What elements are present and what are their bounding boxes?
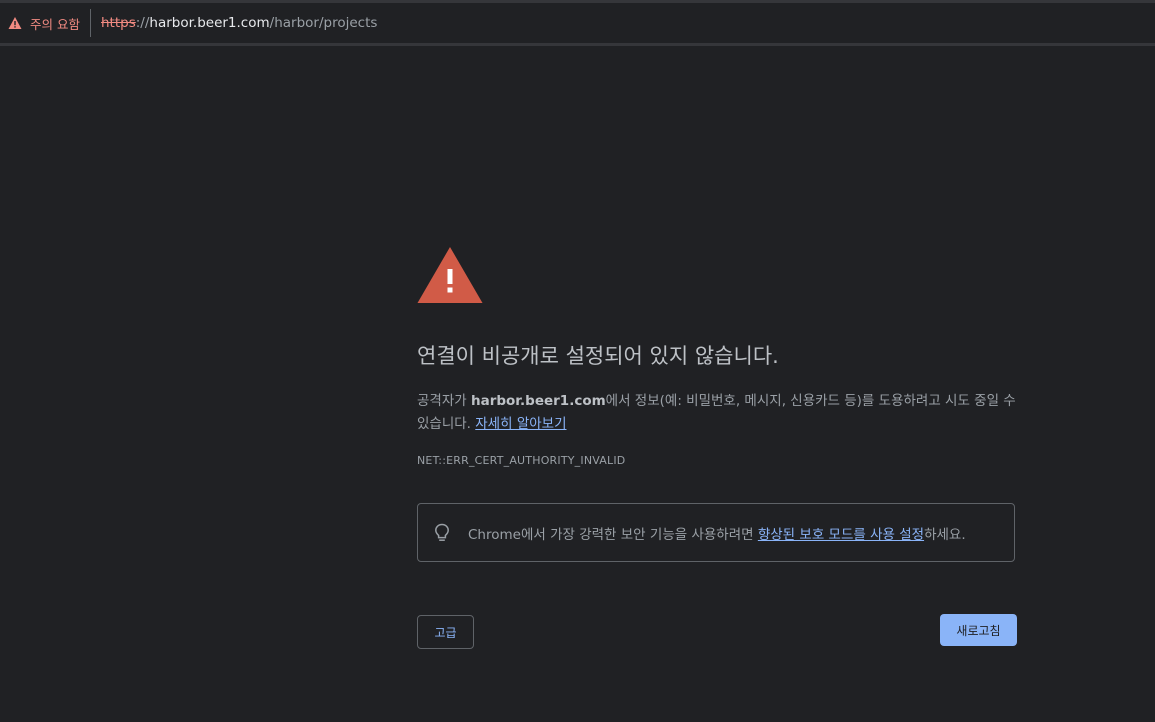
learn-more-link[interactable]: 자세히 알아보기 bbox=[475, 416, 566, 432]
url-host: harbor.beer1.com bbox=[149, 15, 270, 31]
interstitial-content: 연결이 비공개로 설정되어 있지 않습니다. 공격자가 harbor.beer1… bbox=[417, 246, 1017, 649]
omnibox[interactable]: 주의 요함 https://harbor.beer1.com/harbor/pr… bbox=[0, 3, 1155, 43]
tip-prefix: Chrome에서 가장 강력한 보안 기능을 사용하려면 bbox=[468, 526, 758, 543]
browser-toolbar: 주의 요함 https://harbor.beer1.com/harbor/pr… bbox=[0, 0, 1155, 46]
description-host: harbor.beer1.com bbox=[470, 393, 606, 409]
tip-suffix: 하세요. bbox=[924, 526, 966, 543]
warning-triangle-icon bbox=[8, 17, 22, 29]
error-code: NET::ERR_CERT_AUTHORITY_INVALID bbox=[417, 454, 626, 467]
security-chip-label: 주의 요함 bbox=[30, 16, 80, 32]
advanced-button[interactable]: 고급 bbox=[417, 615, 474, 649]
lightbulb-icon bbox=[435, 523, 449, 541]
url-path: /harbor/projects bbox=[269, 15, 378, 31]
reload-button[interactable]: 새로고침 bbox=[940, 614, 1017, 646]
tip-text: Chrome에서 가장 강력한 보안 기능을 사용하려면 향상된 보호 모드를 … bbox=[468, 523, 966, 543]
description-prefix: 공격자가 bbox=[417, 393, 471, 409]
warning-triangle-icon bbox=[417, 247, 483, 303]
url-scheme: https bbox=[100, 15, 136, 31]
page-heading: 연결이 비공개로 설정되어 있지 않습니다. bbox=[417, 344, 779, 368]
enhanced-protection-tip: Chrome에서 가장 강력한 보안 기능을 사용하려면 향상된 보호 모드를 … bbox=[417, 503, 1015, 562]
button-row: 고급 새로고침 bbox=[417, 614, 1017, 649]
url-text[interactable]: https://harbor.beer1.com/harbor/projects bbox=[101, 15, 377, 31]
security-chip[interactable]: 주의 요함 bbox=[8, 9, 91, 37]
description: 공격자가 harbor.beer1.com에서 정보(예: 비밀번호, 메시지,… bbox=[417, 390, 1017, 436]
url-separator: :// bbox=[135, 15, 150, 31]
enhanced-protection-link[interactable]: 향상된 보호 모드를 사용 설정 bbox=[758, 527, 924, 543]
